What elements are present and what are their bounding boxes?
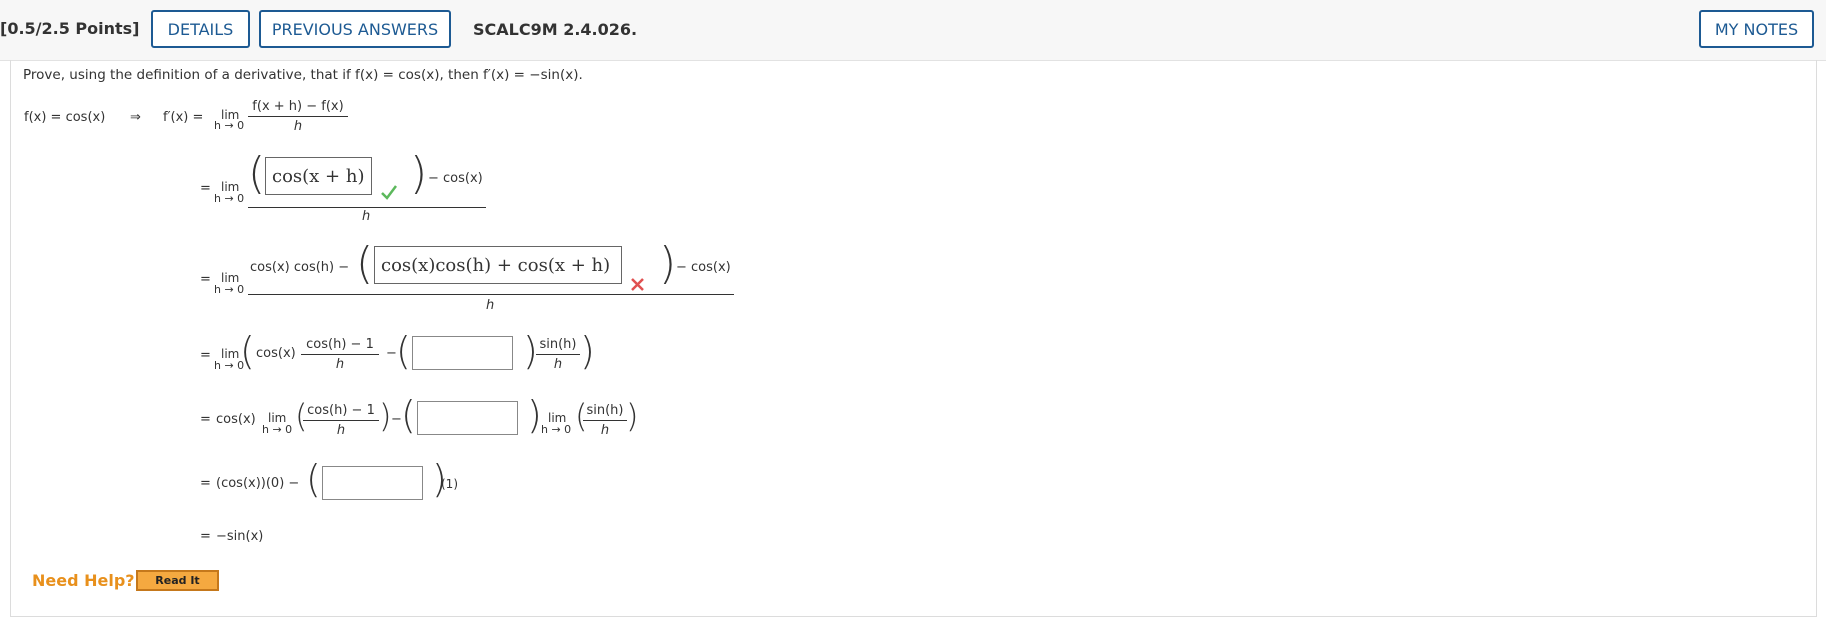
points-label: [0.5/2.5 Points] bbox=[0, 19, 140, 38]
close-paren: ) bbox=[659, 238, 677, 289]
fraction-denominator: h bbox=[553, 357, 563, 372]
sin-h-numerator: sin(h) bbox=[539, 337, 577, 352]
close-paren: ) bbox=[580, 329, 595, 373]
cos-x-term: cos(x) bbox=[216, 412, 256, 427]
previous-answers-button[interactable]: PREVIOUS ANSWERS bbox=[259, 10, 451, 48]
function-definition: f(x) = cos(x) bbox=[24, 110, 106, 125]
answer-input-5[interactable] bbox=[322, 466, 423, 500]
details-button[interactable]: DETAILS bbox=[151, 10, 250, 48]
my-notes-button[interactable]: MY NOTES bbox=[1699, 10, 1814, 48]
open-paren: ( bbox=[401, 393, 416, 437]
question-header: [0.5/2.5 Points] DETAILS PREVIOUS ANSWER… bbox=[0, 0, 1826, 61]
read-it-button[interactable]: Read It bbox=[136, 570, 219, 591]
close-paren: ) bbox=[410, 148, 428, 199]
fraction-bar bbox=[583, 420, 627, 421]
need-help-label: Need Help? bbox=[32, 571, 135, 590]
fraction-denominator: h bbox=[336, 423, 346, 438]
cos-h-minus-1-numerator: cos(h) − 1 bbox=[307, 403, 375, 418]
expanded-numerator: cos(x) cos(h) − bbox=[250, 260, 350, 275]
fraction-bar bbox=[536, 354, 580, 355]
evaluated-expression: (cos(x))(0) − bbox=[216, 476, 300, 491]
close-paren: ) bbox=[379, 397, 392, 435]
equals-sign: = bbox=[200, 412, 211, 427]
question-prompt: Prove, using the definition of a derivat… bbox=[23, 67, 583, 83]
limit-subscript: h → 0 bbox=[541, 423, 572, 436]
one-factor: (1) bbox=[441, 477, 458, 491]
correct-check-icon bbox=[380, 184, 398, 204]
fraction-denominator: h bbox=[335, 357, 345, 372]
fraction-denominator: h bbox=[600, 423, 610, 438]
open-paren: ( bbox=[356, 238, 374, 289]
answer-input-3[interactable] bbox=[412, 336, 513, 370]
difference-quotient-numerator: f(x + h) − f(x) bbox=[252, 99, 344, 114]
cos-x-term: cos(x) bbox=[256, 346, 296, 361]
equals-sign: = bbox=[200, 272, 211, 287]
cos-h-minus-1-numerator: cos(h) − 1 bbox=[306, 337, 374, 352]
fraction-bar bbox=[301, 354, 379, 355]
answer-input-4[interactable] bbox=[417, 401, 518, 435]
minus-cos-term: − cos(x) bbox=[428, 171, 483, 186]
implies-arrow: ⇒ bbox=[130, 110, 141, 125]
fraction-denominator: h bbox=[486, 298, 495, 313]
fraction-bar bbox=[248, 294, 734, 295]
limit-subscript: h → 0 bbox=[214, 283, 245, 296]
limit-subscript: h → 0 bbox=[214, 119, 245, 132]
open-paren: ( bbox=[248, 148, 266, 199]
equals-sign: = bbox=[200, 529, 211, 544]
derivative-label: f′(x) = bbox=[163, 110, 204, 125]
fraction-denominator: h bbox=[293, 119, 303, 134]
answer-input-1[interactable]: cos(x + h) bbox=[265, 157, 372, 195]
fraction-denominator: h bbox=[362, 209, 371, 224]
open-paren: ( bbox=[240, 329, 255, 373]
minus-cos-term: − cos(x) bbox=[676, 260, 731, 275]
sin-h-numerator: sin(h) bbox=[586, 403, 624, 418]
open-paren: ( bbox=[396, 329, 411, 373]
close-paren: ) bbox=[527, 393, 542, 437]
question-id: SCALC9M 2.4.026. bbox=[473, 20, 638, 39]
fraction-bar bbox=[248, 116, 348, 117]
final-result: −sin(x) bbox=[216, 529, 264, 544]
limit-subscript: h → 0 bbox=[214, 192, 245, 205]
close-paren: ) bbox=[626, 397, 639, 435]
answer-input-2[interactable]: cos(x)cos(h) + cos(x + h) bbox=[374, 246, 622, 284]
equals-sign: = bbox=[200, 476, 211, 491]
fraction-bar bbox=[303, 420, 379, 421]
equals-sign: = bbox=[200, 181, 211, 196]
equals-sign: = bbox=[200, 348, 211, 363]
limit-subscript: h → 0 bbox=[262, 423, 293, 436]
open-paren: ( bbox=[306, 457, 321, 501]
fraction-bar bbox=[248, 207, 486, 208]
question-panel bbox=[10, 60, 1817, 617]
